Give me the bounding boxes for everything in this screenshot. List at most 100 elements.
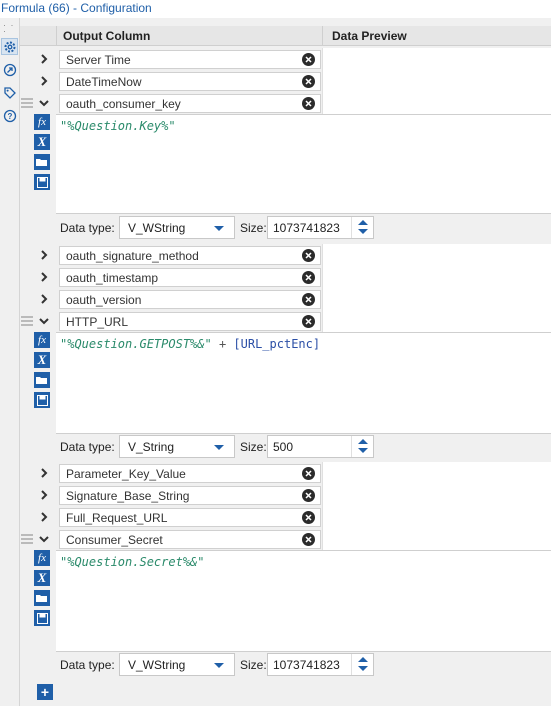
spinner-arrows-icon[interactable] (351, 654, 373, 675)
field-name-input[interactable]: HTTP_URL (59, 312, 321, 331)
data-type-dropdown[interactable]: V_WString (119, 216, 235, 239)
delete-field-icon[interactable] (302, 293, 315, 306)
field-name-text: Parameter_Key_Value (66, 467, 186, 481)
data-type-dropdown[interactable]: V_String (119, 435, 235, 458)
field-row[interactable]: Full_Request_URL (20, 506, 551, 528)
size-spinner[interactable]: 1073741823 (267, 653, 374, 676)
field-name-input[interactable]: Full_Request_URL (59, 508, 321, 527)
field-name-input[interactable]: oauth_consumer_key (59, 94, 321, 113)
function-icon[interactable]: fx (34, 332, 50, 348)
field-row[interactable]: Parameter_Key_Value (20, 462, 551, 484)
field-row[interactable]: oauth_consumer_key (20, 92, 551, 114)
field-row[interactable]: HTTP_URL (20, 310, 551, 332)
save-icon[interactable] (34, 610, 50, 626)
field-row[interactable]: Server Time (20, 48, 551, 70)
data-preview-cell (322, 244, 551, 266)
variable-icon[interactable]: X (34, 352, 50, 368)
field-row[interactable]: Consumer_Secret (20, 528, 551, 550)
editor-tools: fx X (34, 550, 54, 630)
data-preview-header: Data Preview (322, 26, 551, 46)
delete-field-icon[interactable] (302, 467, 315, 480)
formula-configuration-window: Formula (66) - Configuration · · · ? Out… (0, 0, 551, 706)
field-name-text: Signature_Base_String (66, 489, 190, 503)
expression-input[interactable]: "%Question.Key%" (56, 114, 551, 214)
field-name-input[interactable]: oauth_version (59, 290, 321, 309)
expand-chevron-icon[interactable] (37, 270, 51, 284)
delete-field-icon[interactable] (302, 249, 315, 262)
field-name-text: oauth_timestamp (66, 271, 159, 285)
field-row[interactable]: oauth_version (20, 288, 551, 310)
tag-icon[interactable] (1, 84, 18, 101)
data-type-label: Data type: (60, 658, 115, 672)
expand-chevron-icon[interactable] (37, 74, 51, 88)
field-name-input[interactable]: oauth_timestamp (59, 268, 321, 287)
data-type-dropdown[interactable]: V_WString (119, 653, 235, 676)
collapse-chevron-icon[interactable] (37, 96, 51, 110)
expand-chevron-icon[interactable] (37, 488, 51, 502)
field-name-input[interactable]: Signature_Base_String (59, 486, 321, 505)
field-name-input[interactable]: Consumer_Secret (59, 530, 321, 549)
spinner-arrows-icon[interactable] (351, 217, 373, 238)
expand-chevron-icon[interactable] (37, 510, 51, 524)
field-row[interactable]: oauth_timestamp (20, 266, 551, 288)
delete-field-icon[interactable] (302, 271, 315, 284)
open-folder-icon[interactable] (34, 590, 50, 606)
expand-chevron-icon[interactable] (37, 292, 51, 306)
spinner-arrows-icon[interactable] (351, 436, 373, 457)
open-folder-icon[interactable] (34, 154, 50, 170)
data-preview-cell (322, 92, 551, 114)
expand-chevron-icon[interactable] (37, 248, 51, 262)
delete-field-icon[interactable] (302, 315, 315, 328)
delete-field-icon[interactable] (302, 97, 315, 110)
navigate-icon[interactable] (1, 61, 18, 78)
expand-chevron-icon[interactable] (37, 466, 51, 480)
size-spinner[interactable]: 500 (267, 435, 374, 458)
expression-input[interactable]: "%Question.Secret%&" (56, 550, 551, 652)
window-title: Formula (66) - Configuration (1, 1, 152, 15)
field-name-input[interactable]: Server Time (59, 50, 321, 69)
field-row[interactable]: DateTimeNow (20, 70, 551, 92)
field-name-text: DateTimeNow (66, 75, 142, 89)
delete-field-icon[interactable] (302, 75, 315, 88)
delete-field-icon[interactable] (302, 53, 315, 66)
data-preview-cell (322, 288, 551, 310)
function-icon[interactable]: fx (34, 550, 50, 566)
data-type-label: Data type: (60, 440, 115, 454)
data-preview-cell (322, 484, 551, 506)
data-preview-cell (322, 528, 551, 550)
dropdown-arrow-icon (214, 445, 224, 450)
field-row[interactable]: Signature_Base_String (20, 484, 551, 506)
collapse-chevron-icon[interactable] (37, 314, 51, 328)
function-icon[interactable]: fx (34, 114, 50, 130)
field-name-input[interactable]: Parameter_Key_Value (59, 464, 321, 483)
delete-field-icon[interactable] (302, 489, 315, 502)
gear-icon[interactable] (1, 38, 18, 55)
expression-input[interactable]: "%Question.GETPOST%&" + [URL_pctEnc] (56, 332, 551, 434)
help-icon[interactable]: ? (1, 107, 18, 124)
expand-chevron-icon[interactable] (37, 52, 51, 66)
drag-handle-icon[interactable] (21, 315, 33, 327)
add-field-button[interactable]: + (37, 684, 53, 700)
field-row[interactable]: oauth_signature_method (20, 244, 551, 266)
save-icon[interactable] (34, 174, 50, 190)
size-spinner[interactable]: 1073741823 (267, 216, 374, 239)
field-name-input[interactable]: oauth_signature_method (59, 246, 321, 265)
field-name-text: oauth_version (66, 293, 142, 307)
svg-text:?: ? (7, 112, 12, 121)
delete-field-icon[interactable] (302, 511, 315, 524)
variable-icon[interactable]: X (34, 134, 50, 150)
open-folder-icon[interactable] (34, 372, 50, 388)
collapse-chevron-icon[interactable] (37, 532, 51, 546)
save-icon[interactable] (34, 392, 50, 408)
field-name-input[interactable]: DateTimeNow (59, 72, 321, 91)
data-type-row: Data type: V_WString Size: 1073741823 (56, 215, 551, 241)
drag-handle-icon[interactable] (21, 533, 33, 545)
dropdown-arrow-icon (214, 663, 224, 668)
drag-dots-icon[interactable]: · · · (3, 21, 19, 36)
expression-text: "%Question.Key%" (60, 119, 176, 133)
side-toolbar: · · · ? (0, 18, 20, 706)
delete-field-icon[interactable] (302, 533, 315, 546)
variable-icon[interactable]: X (34, 570, 50, 586)
drag-handle-icon[interactable] (21, 97, 33, 109)
data-type-row: Data type: V_WString Size: 1073741823 (56, 652, 551, 678)
